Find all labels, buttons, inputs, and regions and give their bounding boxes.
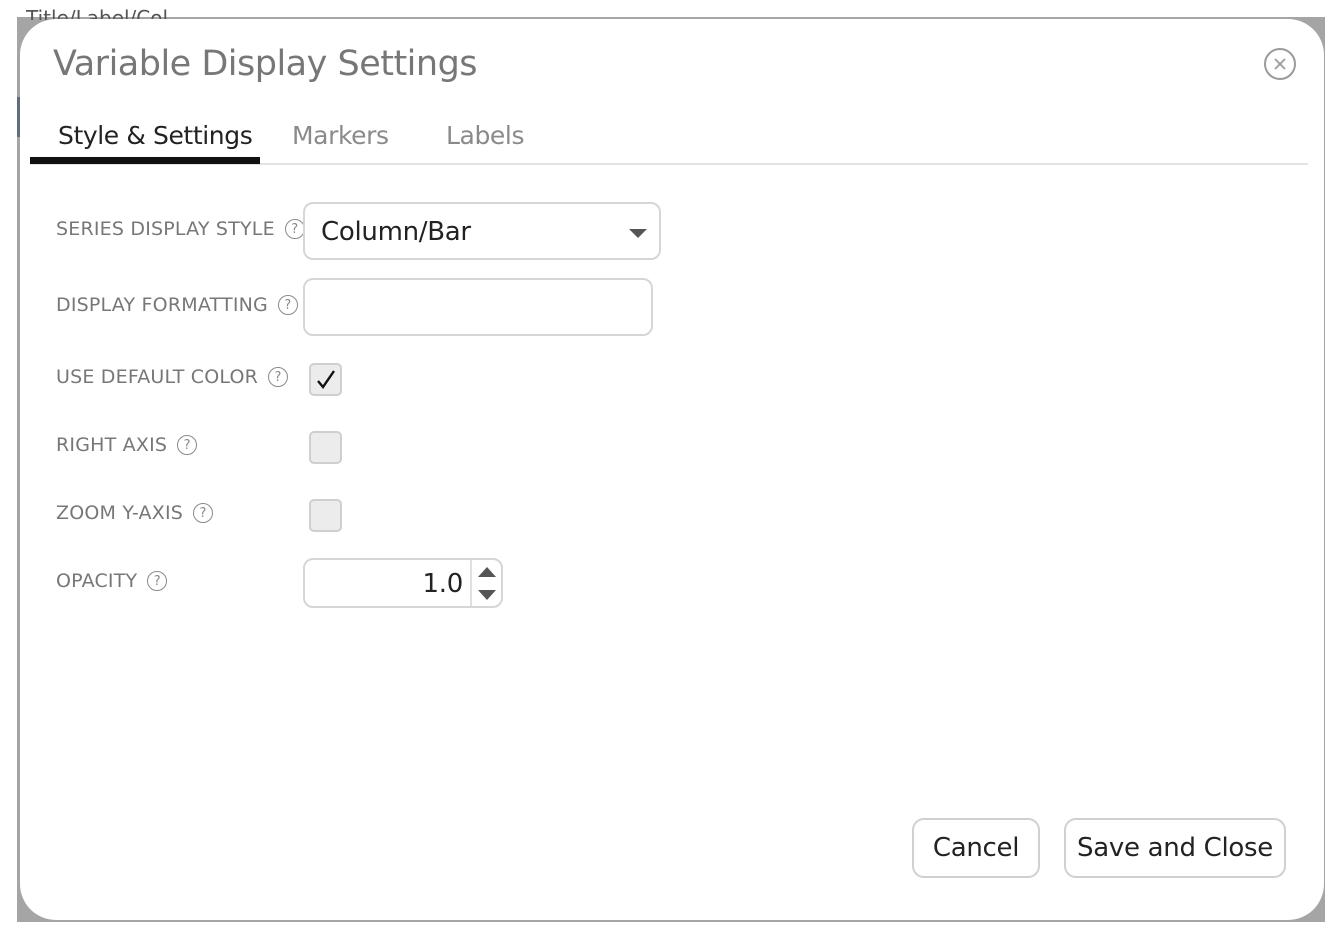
decrement-button[interactable] — [477, 585, 497, 605]
help-icon[interactable]: ? — [147, 571, 168, 591]
chevron-down-icon — [629, 229, 647, 238]
tab-style-settings[interactable]: Style & Settings — [58, 105, 253, 165]
opacity-stepper[interactable]: 1.0 — [303, 558, 503, 608]
right-axis-checkbox[interactable] — [309, 431, 342, 464]
triangle-down-icon — [478, 590, 496, 600]
dialog-title: Variable Display Settings — [53, 44, 478, 84]
close-circle-icon — [1274, 58, 1286, 70]
increment-button[interactable] — [477, 562, 497, 582]
series-display-style-row: SERIES DISPLAY STYLE ? — [56, 218, 305, 240]
use-default-color-row: USE DEFAULT COLOR ? — [56, 366, 289, 388]
close-button[interactable] — [1264, 48, 1296, 80]
zoom-y-axis-label: ZOOM Y-AXIS — [56, 502, 184, 524]
right-axis-row: RIGHT AXIS ? — [56, 434, 198, 456]
tab-markers[interactable]: Markers — [292, 105, 389, 165]
opacity-label: OPACITY — [56, 570, 138, 592]
series-display-style-label: SERIES DISPLAY STYLE — [56, 218, 275, 240]
background-title-fragment: Title/Label/Col — [26, 6, 169, 20]
display-formatting-input[interactable] — [303, 278, 653, 336]
right-axis-label: RIGHT AXIS — [56, 434, 168, 456]
help-icon[interactable]: ? — [193, 503, 214, 523]
help-icon[interactable]: ? — [284, 219, 305, 239]
opacity-value: 1.0 — [422, 569, 464, 599]
series-display-style-value: Column/Bar — [321, 217, 471, 247]
display-formatting-row: DISPLAY FORMATTING ? — [56, 294, 298, 316]
triangle-up-icon — [478, 567, 496, 577]
display-formatting-label: DISPLAY FORMATTING — [56, 294, 268, 316]
help-icon[interactable]: ? — [277, 295, 298, 315]
use-default-color-label: USE DEFAULT COLOR — [56, 366, 259, 388]
active-tab-indicator — [30, 157, 260, 164]
cancel-button[interactable]: Cancel — [912, 818, 1040, 878]
tab-labels[interactable]: Labels — [446, 105, 524, 165]
checkmark-icon — [316, 369, 335, 389]
stepper-divider — [470, 560, 472, 606]
use-default-color-checkbox[interactable] — [309, 363, 342, 396]
opacity-row: OPACITY ? — [56, 570, 168, 592]
help-icon[interactable]: ? — [177, 435, 198, 455]
save-and-close-button[interactable]: Save and Close — [1064, 818, 1286, 878]
zoom-y-axis-checkbox[interactable] — [309, 499, 342, 532]
tab-bar: Style & Settings Markers Labels — [30, 105, 1308, 165]
zoom-y-axis-row: ZOOM Y-AXIS ? — [56, 502, 214, 524]
series-display-style-select[interactable]: Column/Bar — [303, 202, 661, 260]
help-icon[interactable]: ? — [268, 367, 289, 387]
variable-display-settings-dialog: Variable Display Settings Style & Settin… — [20, 19, 1324, 920]
